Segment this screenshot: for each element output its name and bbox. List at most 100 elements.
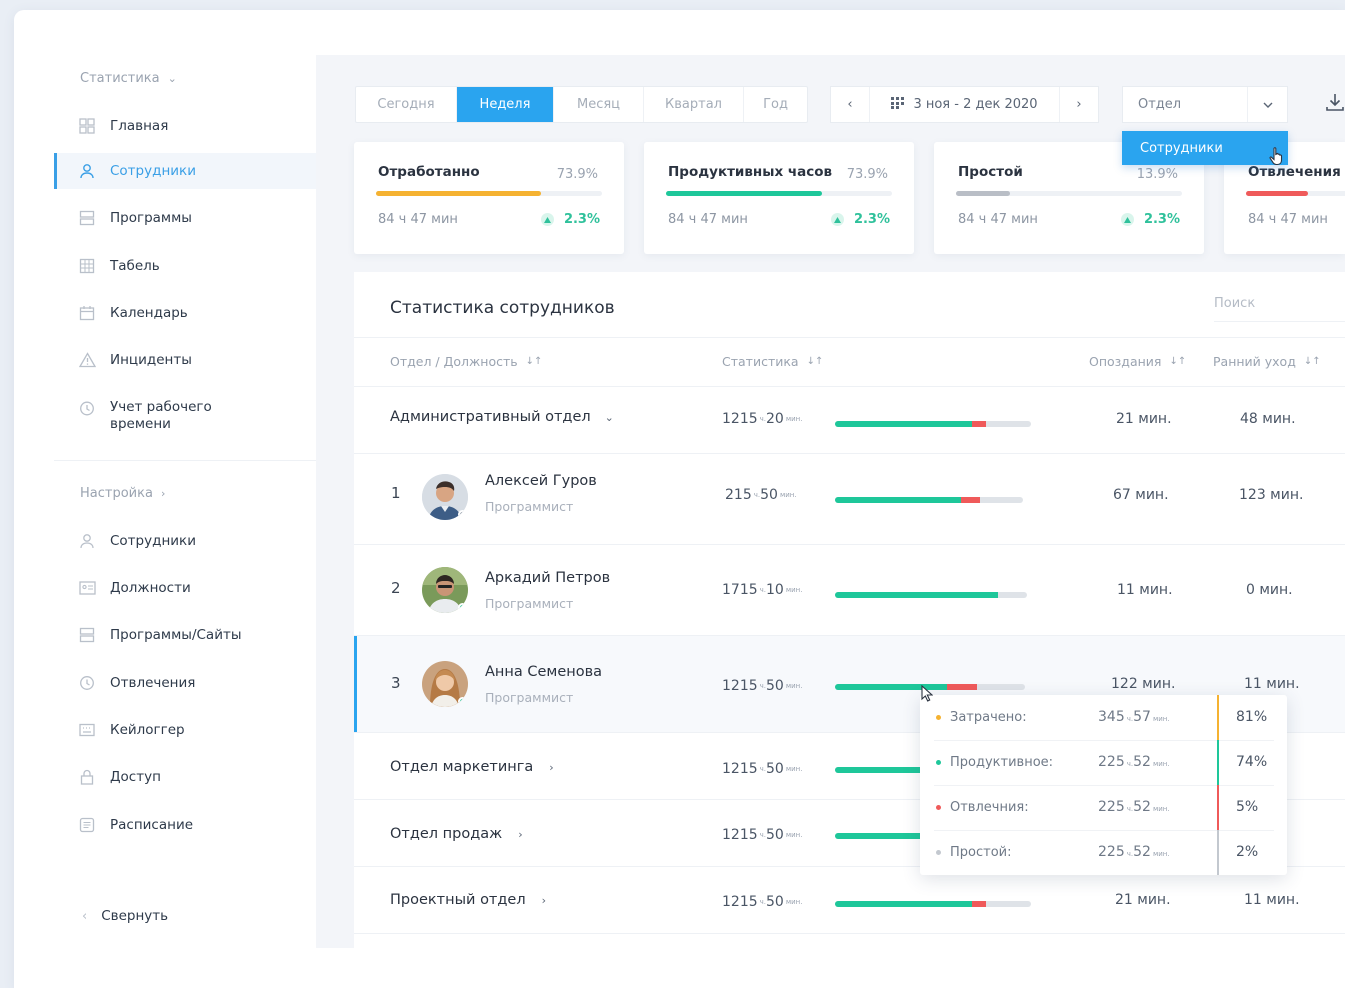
sidebar-section-settings[interactable]: Настройка › <box>80 486 165 501</box>
sidebar-item-positions[interactable]: Должности <box>54 570 316 606</box>
stat-value: 1715 ч. 10 мин. <box>722 582 803 598</box>
progress-track <box>376 191 602 196</box>
chevron-right-icon[interactable]: › <box>542 894 546 907</box>
chevron-left-icon: ‹ <box>847 97 853 112</box>
sort-icon: ↓↑ <box>1169 356 1187 367</box>
status-dot <box>458 510 467 519</box>
sidebar-item-programs[interactable]: Программы <box>54 200 316 236</box>
stat-value: 1215 ч. 50 мин. <box>722 761 803 777</box>
avatar <box>422 661 468 707</box>
status-dot <box>458 603 467 612</box>
sidebar-item-programs-sites[interactable]: Программы/Сайты <box>54 617 316 653</box>
chevron-right-icon[interactable]: › <box>549 761 553 774</box>
stat-card-worked: Отработанно 73.9% 84 ч 47 мин 2.3% <box>354 142 624 254</box>
sidebar-divider <box>54 460 316 461</box>
sidebar-item-label: Сотрудники <box>110 163 196 179</box>
column-header-late[interactable]: Опоздания ↓↑ <box>1089 354 1186 369</box>
progress-track <box>666 191 892 196</box>
programs-icon <box>78 209 96 227</box>
sidebar-item-keylogger[interactable]: Кейлоггер <box>54 712 316 748</box>
sidebar-item-label: Календарь <box>110 305 188 321</box>
legend-dot <box>936 715 941 720</box>
dropdown-option-employees[interactable]: Сотрудники <box>1122 131 1288 165</box>
avatar <box>422 567 468 613</box>
prev-period-button[interactable]: ‹ <box>831 87 869 122</box>
column-header-department[interactable]: Отдел / Должность ↓↑ <box>390 354 542 369</box>
warning-icon <box>78 351 96 369</box>
sidebar-item-distractions[interactable]: Отвлечения <box>54 665 316 701</box>
chevron-down-icon: ⌄ <box>167 72 177 85</box>
sidebar-item-home[interactable]: Главная <box>54 108 316 144</box>
stat-card-productive: Продуктивных часов 73.9% 84 ч 47 мин 2.3… <box>644 142 914 254</box>
chevron-down-icon <box>1247 87 1287 122</box>
sidebar-item-employees[interactable]: Сотрудники <box>54 153 316 189</box>
tooltip-separator <box>1217 695 1219 740</box>
table-row-employee[interactable]: 2 Аркадий Петров Программист 1715 ч. 10 мин… <box>354 545 1345 635</box>
sidebar: Статистика ⌄ Главная Сотрудники Программы… <box>14 10 316 988</box>
delta-badge: 2.3% <box>830 212 890 227</box>
date-range-picker: ‹ 3 ноя - 2 дек 2020 › <box>830 86 1099 123</box>
date-range[interactable]: 3 ноя - 2 дек 2020 <box>869 87 1060 122</box>
table-row-department[interactable]: Проектный отдел › 1215 ч. 50 мин. 21 мин. 11… <box>354 867 1345 933</box>
stat-bar[interactable] <box>835 592 1027 598</box>
sort-icon: ↓↑ <box>525 356 543 367</box>
productive-segment <box>835 421 973 427</box>
next-period-button[interactable]: › <box>1060 87 1098 122</box>
distraction-segment <box>960 497 980 503</box>
column-header-early-leave[interactable]: Ранний уход ↓↑ <box>1213 354 1321 369</box>
department-select[interactable]: Отдел <box>1122 86 1288 123</box>
progress-track <box>1246 191 1345 196</box>
sidebar-item-label: Сотрудники <box>110 533 196 549</box>
sidebar-item-label: Программы/Сайты <box>110 627 242 643</box>
divider <box>354 337 1345 338</box>
stat-value: 1215 ч. 50 мин. <box>722 827 803 843</box>
progress-fill <box>956 191 1011 196</box>
sidebar-item-calendar[interactable]: Календарь <box>54 295 316 331</box>
sidebar-item-timesheet[interactable]: Табель <box>54 248 316 284</box>
download-icon[interactable] <box>1325 92 1345 116</box>
clock-icon <box>78 674 96 692</box>
stat-bar[interactable] <box>835 497 1023 503</box>
sidebar-section-statistics[interactable]: Статистика ⌄ <box>80 71 177 86</box>
timesheet-icon <box>78 257 96 275</box>
tab-today[interactable]: Сегодня <box>356 87 457 122</box>
tooltip-row: Затрачено: 345 ч.57 мин. 81% <box>920 695 1287 740</box>
hand-cursor-icon <box>1268 146 1286 170</box>
tooltip-separator <box>1217 785 1219 830</box>
table-row-employee[interactable]: 1 Алексей Гуров Программист 215 ч. 50 мин. … <box>354 454 1345 544</box>
arrow-up-icon <box>830 213 844 226</box>
sidebar-item-incidents[interactable]: Инциденты <box>54 342 316 378</box>
tab-month[interactable]: Месяц <box>554 87 644 122</box>
delta-badge: 2.3% <box>540 212 600 227</box>
keyboard-icon <box>78 721 96 739</box>
progress-fill <box>376 191 541 196</box>
sidebar-item-schedule[interactable]: Расписание <box>54 807 316 843</box>
stat-bar[interactable] <box>835 421 1031 427</box>
search-input[interactable]: Поиск <box>1214 294 1345 322</box>
divider <box>354 933 1345 934</box>
sidebar-item-label: Программы <box>110 210 192 226</box>
tab-quarter[interactable]: Квартал <box>644 87 744 122</box>
delta-badge: 2.3% <box>1120 212 1180 227</box>
sort-icon: ↓↑ <box>1303 356 1321 367</box>
tab-year[interactable]: Год <box>744 87 807 122</box>
sidebar-item-time-tracking[interactable]: Учет рабочего времени <box>54 393 316 441</box>
tab-week[interactable]: Неделя <box>457 87 554 122</box>
collapse-sidebar-button[interactable]: ‹ Свернуть <box>82 908 168 924</box>
tooltip-row: Отвлечния: 225 ч.52 мин. 5% <box>920 785 1287 830</box>
chevron-down-icon[interactable]: ⌄ <box>605 411 614 424</box>
legend-dot <box>936 760 941 765</box>
chevron-right-icon[interactable]: › <box>518 828 522 841</box>
distraction-segment <box>947 684 978 690</box>
table-row-department[interactable]: Административный отдел ⌄ 1215 ч. 20 мин. 21 … <box>354 387 1345 453</box>
arrow-up-icon <box>540 213 554 226</box>
programs-icon <box>78 626 96 644</box>
column-header-statistics[interactable]: Статистика ↓↑ <box>722 354 823 369</box>
sidebar-item-settings-employees[interactable]: Сотрудники <box>54 523 316 559</box>
dashboard-icon <box>78 117 96 135</box>
productive-segment <box>835 901 973 907</box>
sidebar-item-label: Инциденты <box>110 352 192 368</box>
distraction-segment <box>972 901 986 907</box>
sidebar-item-access[interactable]: Доступ <box>54 759 316 795</box>
stat-bar[interactable] <box>835 901 1031 907</box>
